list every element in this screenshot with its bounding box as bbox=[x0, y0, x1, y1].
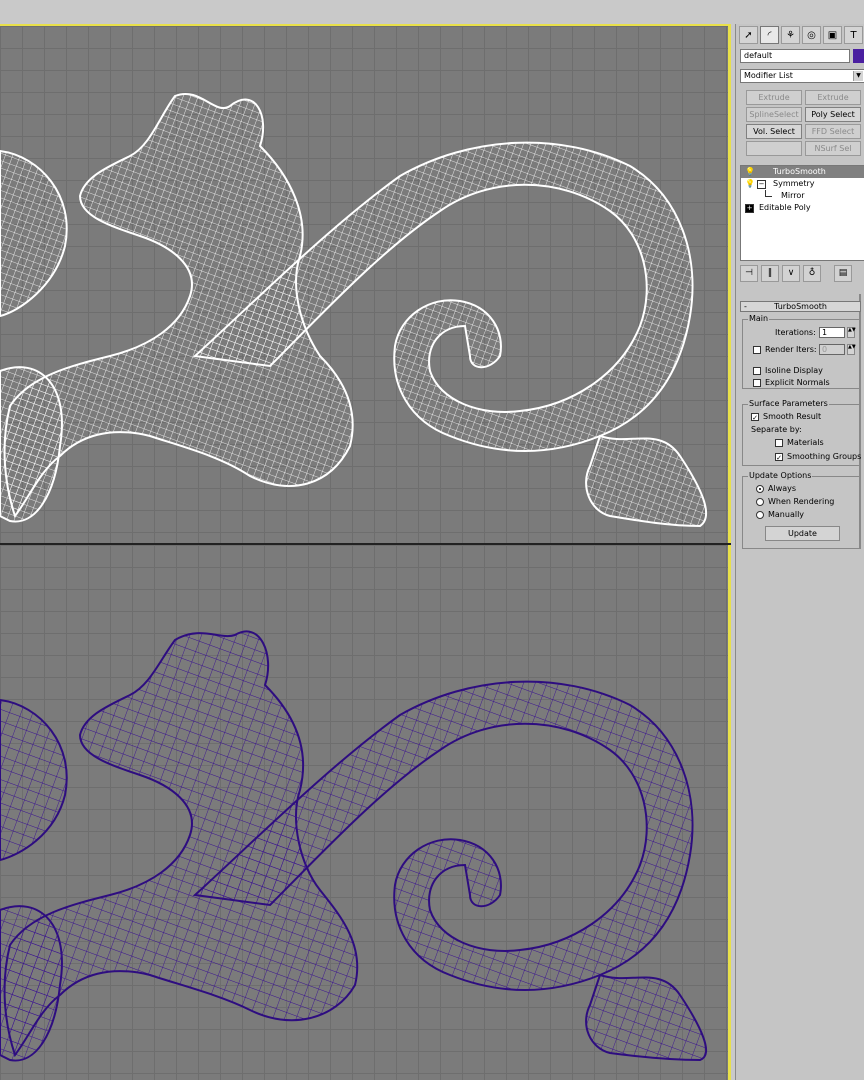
command-panel-tabs: ➚ ◜ ⚘ ◎ ▣ T bbox=[739, 26, 864, 46]
remove-modifier-icon[interactable]: ♁ bbox=[803, 265, 821, 282]
modifier-buttons: Extrude Extrude SplineSelect Poly Select… bbox=[746, 90, 862, 156]
pin-stack-icon[interactable]: ⊣ bbox=[740, 265, 758, 282]
poly-select-button[interactable]: Poly Select bbox=[805, 107, 861, 122]
chevron-down-icon: ▼ bbox=[853, 71, 863, 81]
stack-item-symmetry[interactable]: 💡 − Symmetry bbox=[741, 178, 864, 190]
modifier-stack: 💡 TurboSmooth 💡 − Symmetry Mirror + Edit… bbox=[740, 165, 864, 261]
render-iters-spinner[interactable]: 0 bbox=[819, 344, 845, 355]
render-iters-checkbox[interactable] bbox=[753, 345, 761, 354]
isoline-display-label: Isoline Display bbox=[765, 366, 823, 375]
show-end-result-icon[interactable]: ‖ bbox=[761, 265, 779, 282]
ornament-wireframe-white bbox=[0, 93, 708, 528]
manually-radio[interactable] bbox=[756, 510, 764, 519]
render-iters-label: Render Iters: bbox=[765, 345, 817, 354]
rollout-title: TurboSmooth bbox=[774, 302, 827, 311]
collapse-rollout-icon: - bbox=[744, 302, 747, 311]
smoothing-groups-checkbox[interactable]: ✓ bbox=[775, 452, 783, 462]
modifier-list-label: Modifier List bbox=[744, 71, 793, 80]
always-label: Always bbox=[768, 484, 797, 493]
modifier-list-dropdown[interactable]: Modifier List ▼ bbox=[740, 69, 864, 83]
stack-item-label: Editable Poly bbox=[759, 203, 811, 212]
stack-item-label: Mirror bbox=[781, 191, 805, 200]
explicit-normals-checkbox[interactable] bbox=[753, 378, 761, 387]
manually-row[interactable]: Manually bbox=[756, 510, 804, 520]
turbosmooth-rollout-header[interactable]: - TurboSmooth bbox=[740, 301, 861, 312]
stack-tools: ⊣ ‖ ∨ ♁ ▤ bbox=[740, 265, 864, 283]
modify-icon[interactable]: ◜ bbox=[760, 26, 779, 44]
iterations-spinner-arrows[interactable]: ▲▼ bbox=[847, 327, 856, 338]
materials-row[interactable]: Materials bbox=[775, 438, 824, 448]
isoline-display-checkbox[interactable] bbox=[753, 366, 761, 375]
separate-by-label: Separate by: bbox=[751, 425, 802, 434]
ffd-select-button[interactable]: FFD Select bbox=[805, 124, 861, 139]
make-unique-icon[interactable]: ∨ bbox=[782, 265, 800, 282]
extrude-button[interactable]: Extrude bbox=[746, 90, 802, 105]
viewport-bottom-base-mesh[interactable] bbox=[0, 545, 731, 1080]
motion-icon[interactable]: ◎ bbox=[802, 26, 821, 44]
empty-modifier-button[interactable] bbox=[746, 141, 802, 156]
smooth-result-row[interactable]: ✓ Smooth Result bbox=[751, 412, 821, 422]
surface-parameters-group: Surface Parameters ✓ Smooth Result Separa… bbox=[742, 399, 861, 466]
smooth-result-label: Smooth Result bbox=[763, 412, 822, 421]
command-panel: ➚ ◜ ⚘ ◎ ▣ T default Modifier List ▼ Extr… bbox=[735, 24, 864, 1080]
always-row[interactable]: Always bbox=[756, 484, 796, 494]
extrude-button-2[interactable]: Extrude bbox=[805, 90, 861, 105]
smooth-result-checkbox[interactable]: ✓ bbox=[751, 412, 759, 422]
when-rendering-row[interactable]: When Rendering bbox=[756, 497, 834, 507]
object-color-swatch[interactable] bbox=[853, 49, 864, 63]
stack-item-editable-poly[interactable]: + Editable Poly bbox=[741, 202, 864, 214]
vol-select-button[interactable]: Vol. Select bbox=[746, 124, 802, 139]
always-radio[interactable] bbox=[756, 484, 764, 493]
surface-parameters-title: Surface Parameters bbox=[748, 399, 829, 409]
viewport-top-smoothed[interactable] bbox=[0, 24, 731, 543]
lightbulb-icon[interactable]: 💡 bbox=[745, 167, 755, 177]
update-options-title: Update Options bbox=[748, 471, 813, 481]
tree-branch-line bbox=[765, 190, 772, 197]
spline-select-button[interactable]: SplineSelect bbox=[746, 107, 802, 122]
when-rendering-label: When Rendering bbox=[768, 497, 835, 506]
pointer-icon[interactable]: ➚ bbox=[739, 26, 758, 44]
stack-item-mirror[interactable]: Mirror bbox=[741, 190, 864, 202]
main-group: Main Iterations: 1 ▲▼ Render Iters: 0 ▲▼… bbox=[742, 314, 860, 389]
hierarchy-icon[interactable]: ⚘ bbox=[781, 26, 800, 44]
isoline-display-row[interactable]: Isoline Display bbox=[753, 366, 823, 376]
materials-checkbox[interactable] bbox=[775, 438, 783, 447]
viewport-area bbox=[0, 0, 735, 1080]
expand-icon[interactable]: + bbox=[745, 204, 754, 213]
stack-item-label: TurboSmooth bbox=[773, 167, 826, 176]
manually-label: Manually bbox=[768, 510, 805, 519]
smoothing-groups-row[interactable]: ✓ Smoothing Groups bbox=[775, 452, 861, 462]
materials-label: Materials bbox=[787, 438, 824, 447]
configure-modifier-sets-icon[interactable]: ▤ bbox=[834, 265, 852, 282]
update-button[interactable]: Update bbox=[765, 526, 840, 541]
display-icon[interactable]: ▣ bbox=[823, 26, 842, 44]
explicit-normals-row[interactable]: Explicit Normals bbox=[753, 378, 830, 388]
iterations-label: Iterations: bbox=[775, 328, 816, 337]
stack-item-label: Symmetry bbox=[773, 179, 815, 188]
explicit-normals-label: Explicit Normals bbox=[765, 378, 830, 387]
smoothing-groups-label: Smoothing Groups bbox=[787, 452, 862, 461]
utilities-icon[interactable]: T bbox=[844, 26, 863, 44]
render-iters-row[interactable]: Render Iters: bbox=[753, 345, 817, 355]
nsurf-sel-button[interactable]: NSurf Sel bbox=[805, 141, 861, 156]
iterations-spinner[interactable]: 1 bbox=[819, 327, 845, 338]
collapse-icon[interactable]: − bbox=[757, 180, 766, 189]
lightbulb-icon[interactable]: 💡 bbox=[745, 179, 755, 189]
ornament-wireframe-purple bbox=[0, 630, 708, 1062]
stack-item-turbosmooth[interactable]: 💡 TurboSmooth bbox=[741, 166, 864, 178]
object-name-field[interactable]: default bbox=[740, 49, 850, 63]
when-rendering-radio[interactable] bbox=[756, 497, 764, 506]
main-group-title: Main bbox=[748, 314, 770, 324]
render-iters-spinner-arrows[interactable]: ▲▼ bbox=[847, 344, 856, 355]
